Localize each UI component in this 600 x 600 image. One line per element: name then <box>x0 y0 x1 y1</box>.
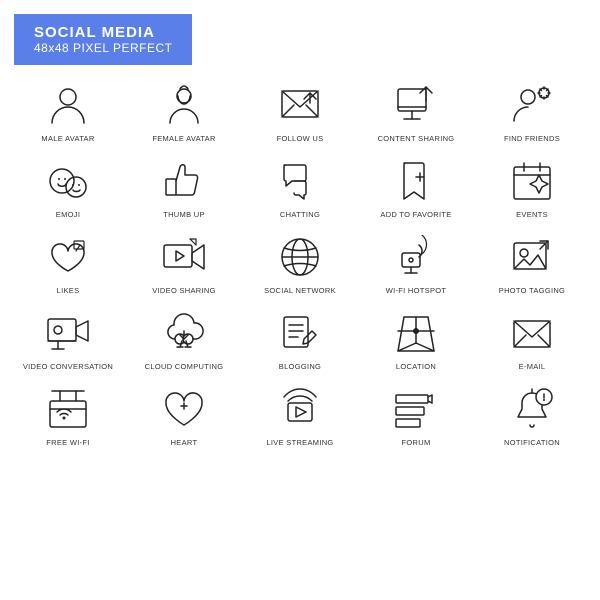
icon-notification: NOTIFICATION <box>474 377 590 453</box>
wifi-hotspot-icon <box>392 233 440 281</box>
follow-us-icon <box>276 81 324 129</box>
likes-label: LIKES <box>57 286 80 295</box>
female-avatar-label: FEMALE AVATAR <box>152 134 215 143</box>
icon-cloud-computing: CLOUD COMPUTING <box>126 301 242 377</box>
header: SOCIAL MEDIA 48x48 PIXEL PERFECT <box>0 0 600 65</box>
chatting-icon <box>276 157 324 205</box>
forum-icon <box>392 385 440 433</box>
photo-tagging-icon <box>508 233 556 281</box>
email-label: E-MAIL <box>519 362 546 371</box>
icon-free-wifi: FREE WI-FI <box>10 377 126 453</box>
icon-add-to-favorite: ADD TO FAVORITE <box>358 149 474 225</box>
icon-wifi-hotspot: WI-FI HOTSPOT <box>358 225 474 301</box>
icon-heart: HEART <box>126 377 242 453</box>
emoji-label: EMOJI <box>56 210 80 219</box>
cloud-computing-icon <box>160 309 208 357</box>
location-icon <box>392 309 440 357</box>
icon-content-sharing: CONTENT SHARING <box>358 73 474 149</box>
video-sharing-label: VIDEO SHARING <box>152 286 216 295</box>
icon-male-avatar: MALE AVATAR <box>10 73 126 149</box>
icon-video-conversation: VIDEO CONVERSATION <box>10 301 126 377</box>
icon-follow-us: FOLLOW US <box>242 73 358 149</box>
blogging-label: BLOGGING <box>279 362 321 371</box>
icon-events: EVENTS <box>474 149 590 225</box>
notification-label: NOTIFICATION <box>504 438 560 447</box>
emoji-icon <box>44 157 92 205</box>
icon-photo-tagging: PHOTO TAGGING <box>474 225 590 301</box>
live-streaming-icon <box>276 385 324 433</box>
cloud-computing-label: CLOUD COMPUTING <box>145 362 224 371</box>
chatting-label: CHATTING <box>280 210 320 219</box>
male-avatar-icon <box>44 81 92 129</box>
video-sharing-icon <box>160 233 208 281</box>
notification-icon <box>508 385 556 433</box>
photo-tagging-label: PHOTO TAGGING <box>499 286 565 295</box>
events-label: EVENTS <box>516 210 548 219</box>
header-title: SOCIAL MEDIA <box>34 24 172 41</box>
content-sharing-icon <box>392 81 440 129</box>
icon-female-avatar: FEMALE AVATAR <box>126 73 242 149</box>
icon-live-streaming: LIVE STREAMING <box>242 377 358 453</box>
free-wifi-label: FREE WI-FI <box>46 438 89 447</box>
social-network-icon <box>276 233 324 281</box>
male-avatar-label: MALE AVATAR <box>41 134 94 143</box>
add-to-favorite-label: ADD TO FAVORITE <box>380 210 451 219</box>
icon-chatting: CHATTING <box>242 149 358 225</box>
live-streaming-label: LIVE STREAMING <box>266 438 333 447</box>
find-friends-label: FIND FRIENDS <box>504 134 560 143</box>
female-avatar-icon <box>160 81 208 129</box>
wifi-hotspot-label: WI-FI HOTSPOT <box>386 286 447 295</box>
icon-email: E-MAIL <box>474 301 590 377</box>
events-icon <box>508 157 556 205</box>
content-sharing-label: CONTENT SHARING <box>378 134 455 143</box>
icon-blogging: BLOGGING <box>242 301 358 377</box>
icon-location: LOCATION <box>358 301 474 377</box>
video-conversation-label: VIDEO CONVERSATION <box>23 362 113 371</box>
likes-icon <box>44 233 92 281</box>
blogging-icon <box>276 309 324 357</box>
header-subtitle: 48x48 PIXEL PERFECT <box>34 41 172 55</box>
thumb-up-icon <box>160 157 208 205</box>
location-label: LOCATION <box>396 362 436 371</box>
find-friends-icon <box>508 81 556 129</box>
video-conversation-icon <box>44 309 92 357</box>
add-to-favorite-icon <box>392 157 440 205</box>
heart-label: HEART <box>171 438 198 447</box>
icon-likes: LIKES <box>10 225 126 301</box>
icon-find-friends: FIND FRIENDS <box>474 73 590 149</box>
social-network-label: SOCIAL NETWORK <box>264 286 336 295</box>
thumb-up-label: THUMB UP <box>163 210 205 219</box>
icons-grid: MALE AVATAR FEMALE AVATAR FOLLOW U <box>0 65 600 461</box>
icon-social-network: SOCIAL NETWORK <box>242 225 358 301</box>
icon-forum: FORUM <box>358 377 474 453</box>
forum-label: FORUM <box>402 438 431 447</box>
heart-icon <box>160 385 208 433</box>
free-wifi-icon <box>44 385 92 433</box>
icon-thumb-up: THUMB UP <box>126 149 242 225</box>
email-icon <box>508 309 556 357</box>
follow-us-label: FOLLOW US <box>277 134 324 143</box>
icon-emoji: EMOJI <box>10 149 126 225</box>
icon-video-sharing: VIDEO SHARING <box>126 225 242 301</box>
